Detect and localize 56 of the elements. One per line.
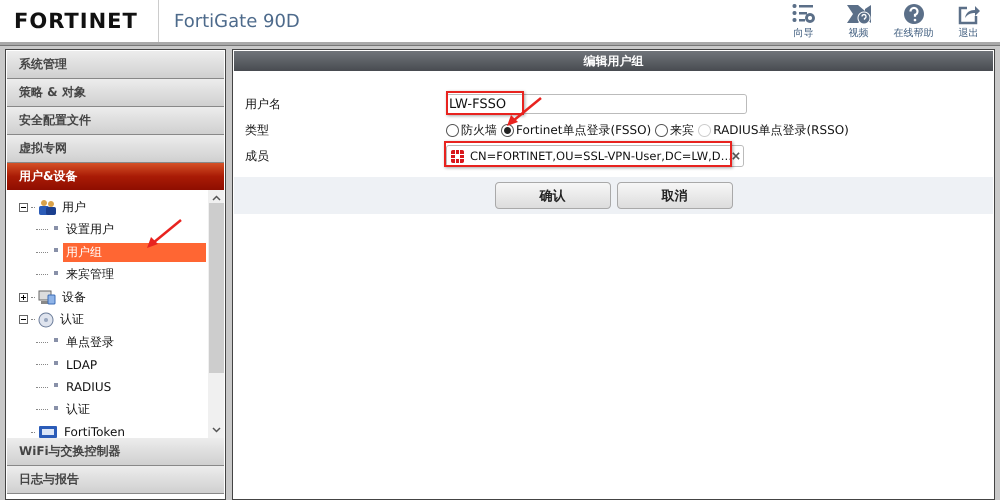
bullet-icon — [54, 270, 58, 275]
tree-item[interactable]: 用户 — [59, 198, 89, 217]
nav-section[interactable]: 系统管理 — [7, 51, 224, 79]
device-name: FortiGate 90D — [174, 10, 300, 32]
bullet-icon — [54, 383, 58, 388]
remove-icon[interactable] — [732, 151, 740, 161]
token-icon — [38, 425, 58, 440]
scrollbar[interactable] — [208, 190, 224, 438]
nav-section[interactable]: 日志与报告 — [7, 466, 224, 494]
nav-section[interactable]: 虚拟专网 — [7, 135, 224, 163]
video-camera-icon — [846, 2, 872, 24]
field-label: 类型 — [245, 122, 270, 138]
member-field[interactable]: CN=FORTINET,OU=SSL-VPN-User,DC=LW,D… — [446, 145, 744, 167]
nav-section[interactable]: 策略 & 对象 — [7, 79, 224, 107]
tree-item[interactable]: 设备 — [59, 288, 89, 307]
bullet-icon — [54, 226, 58, 230]
toolbar-button[interactable]: 视频 — [831, 0, 886, 42]
tree-item[interactable]: RADIUS — [63, 379, 206, 396]
tree-item[interactable]: 认证 — [57, 310, 87, 330]
logo: FORTINET — [14, 9, 138, 33]
numbered-list-gear-icon — [792, 2, 816, 24]
toolbar-button[interactable]: 向导 — [776, 0, 831, 42]
tree-item[interactable]: LDAP — [63, 356, 206, 373]
tree-item[interactable]: 设置用户 — [63, 220, 206, 240]
toolbar-button[interactable]: 退出 — [941, 0, 996, 42]
tree-item[interactable]: FortiToken — [61, 424, 128, 440]
nav-section[interactable]: WiFi与交换控制器 — [7, 438, 224, 466]
users-icon — [38, 199, 56, 216]
expand-icon[interactable] — [19, 292, 28, 302]
tree-item[interactable]: 单点登录 — [63, 332, 206, 352]
nav-section[interactable]: 安全配置文件 — [7, 107, 224, 135]
scroll-up-icon[interactable] — [212, 195, 220, 201]
dialog-button[interactable]: 确认 — [494, 182, 610, 209]
radio-option[interactable]: 来宾 — [655, 122, 694, 138]
collapse-icon[interactable] — [19, 315, 28, 324]
tree-item[interactable]: 来宾管理 — [63, 265, 206, 284]
help-icon — [902, 2, 924, 24]
member-tag: CN=FORTINET,OU=SSL-VPN-User,DC=LW,D… — [470, 149, 732, 163]
computer-icon — [38, 289, 56, 306]
bullet-icon — [54, 338, 58, 342]
nav-section[interactable]: 用户&设备 — [7, 163, 224, 190]
tree-item[interactable]: 认证 — [63, 400, 206, 420]
scroll-down-icon[interactable] — [212, 427, 220, 433]
username-field[interactable]: LW-FSSO — [446, 94, 747, 114]
bullet-icon — [54, 248, 58, 252]
toolbar-button[interactable]: 在线帮助 — [886, 0, 941, 42]
dialog-title: 编辑用户组 — [584, 52, 644, 70]
field-label: 成员 — [245, 148, 270, 164]
collapse-icon[interactable] — [19, 202, 28, 212]
dialog-button[interactable]: 取消 — [616, 182, 732, 209]
bullet-icon — [54, 406, 58, 410]
disc-icon — [38, 312, 54, 328]
radio-option[interactable]: 防火墙 — [446, 122, 497, 138]
field-label: 用户名 — [245, 96, 282, 112]
bullet-icon — [54, 360, 58, 365]
fortinet-grid-icon — [451, 150, 464, 162]
